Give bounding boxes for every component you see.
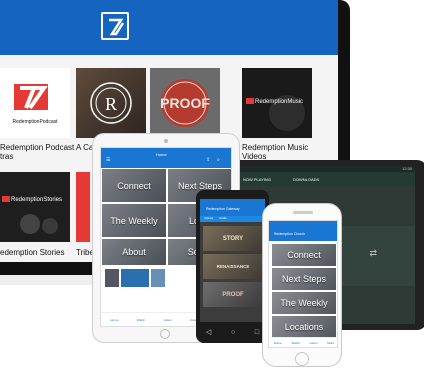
recents-icon[interactable]: □ [255,329,259,336]
speaker [293,211,313,214]
grid-item[interactable]: The Weekly [102,204,166,237]
svg-text:RedemptionPodcast: RedemptionPodcast [12,119,58,125]
grid-item[interactable]: Connect [102,169,166,202]
camera [164,139,168,143]
series-card[interactable]: STORY [203,226,263,251]
tile-caption: Redemption Podcast [0,143,75,152]
tab-downloads[interactable]: DOWNLOADS [293,177,319,182]
tile-a-call[interactable]: R [76,68,146,138]
grid-item[interactable]: Connect [272,244,336,266]
tab-videos[interactable]: Videos [204,216,213,222]
iphone-nav-bar: Redemption Church [269,221,337,241]
android-phone: Redemption Gateway Videos Audio STORY RE… [196,190,269,343]
ipad-nav-bar: ☰ Home ⇪ ⌕ [101,148,231,168]
redemption-logo-icon[interactable] [101,12,129,40]
android-tablet-tabs: NOW PLAYING DOWNLOADS [225,172,415,186]
iphone-tab-bar: Home Watch Listen More [269,337,337,347]
home-button[interactable] [295,352,309,366]
tab-more[interactable]: More [327,341,334,345]
tab-watch[interactable]: Watch [137,318,145,322]
tv-header-bar [0,0,338,55]
svg-text:PROOF: PROOF [160,95,210,111]
home-icon[interactable]: ○ [231,329,235,336]
series-card[interactable]: RENAISSANCE [203,254,263,279]
thumbnail-row [105,269,165,287]
grid-item[interactable]: About [102,239,166,265]
svg-text:R: R [105,94,117,114]
device-mockup-stage: RedemptionPodcast Redemption Podcast tra… [0,0,424,370]
tab-now-playing[interactable]: NOW PLAYING [243,177,271,182]
tile-caption: edemption Stories [0,248,65,257]
android-phone-title: Redemption Gateway [200,199,265,216]
ipad-title: Home [156,152,167,157]
thumbnail[interactable] [151,269,165,287]
tile-redemption-podcast[interactable]: RedemptionPodcast [0,68,70,138]
tab-watch[interactable]: Watch [292,341,300,345]
grid-item[interactable]: Next Steps [272,268,336,290]
shuffle-icon[interactable]: ⇄ [369,248,377,259]
grid-item[interactable]: The Weekly [272,292,336,314]
search-icon[interactable]: ⌕ [217,157,220,163]
tile-caption: Redemption Music [242,143,309,152]
thumbnail[interactable] [121,269,149,287]
android-phone-tabs: Videos Audio [200,216,265,222]
android-nav-bar: ◁ ○ □ [196,325,269,339]
home-button[interactable] [160,329,170,339]
thumbnail[interactable] [105,269,119,287]
tab-audio[interactable]: Audio [219,216,227,222]
tab-listen[interactable]: Listen [164,318,172,322]
grid-item[interactable]: Locations [272,316,336,338]
series-card[interactable]: PROOF [203,282,263,307]
tab-home[interactable]: Home [110,318,118,322]
android-phone-screen: Redemption Gateway Videos Audio STORY RE… [200,199,265,322]
tile-redemption-stories[interactable]: RedemptionStories [0,172,70,242]
menu-icon[interactable]: ☰ [106,157,110,163]
svg-text:RedemptionMusic: RedemptionMusic [255,99,303,105]
tile-caption-line2: tras [0,152,14,161]
iphone-screen: Redemption Church Connect Next Steps The… [268,220,338,348]
iphone-device: Redemption Church Connect Next Steps The… [262,203,342,367]
back-icon[interactable]: ◁ [206,328,211,336]
iphone-title: Redemption Church [274,232,306,236]
tab-home[interactable]: Home [274,341,282,345]
svg-text:RedemptionStories: RedemptionStories [11,197,62,203]
tile-redemption-music[interactable]: RedemptionMusic [242,68,312,138]
tab-listen[interactable]: Listen [310,341,318,345]
tile-proof[interactable]: PROOF [150,68,220,138]
share-icon[interactable]: ⇪ [206,157,210,163]
